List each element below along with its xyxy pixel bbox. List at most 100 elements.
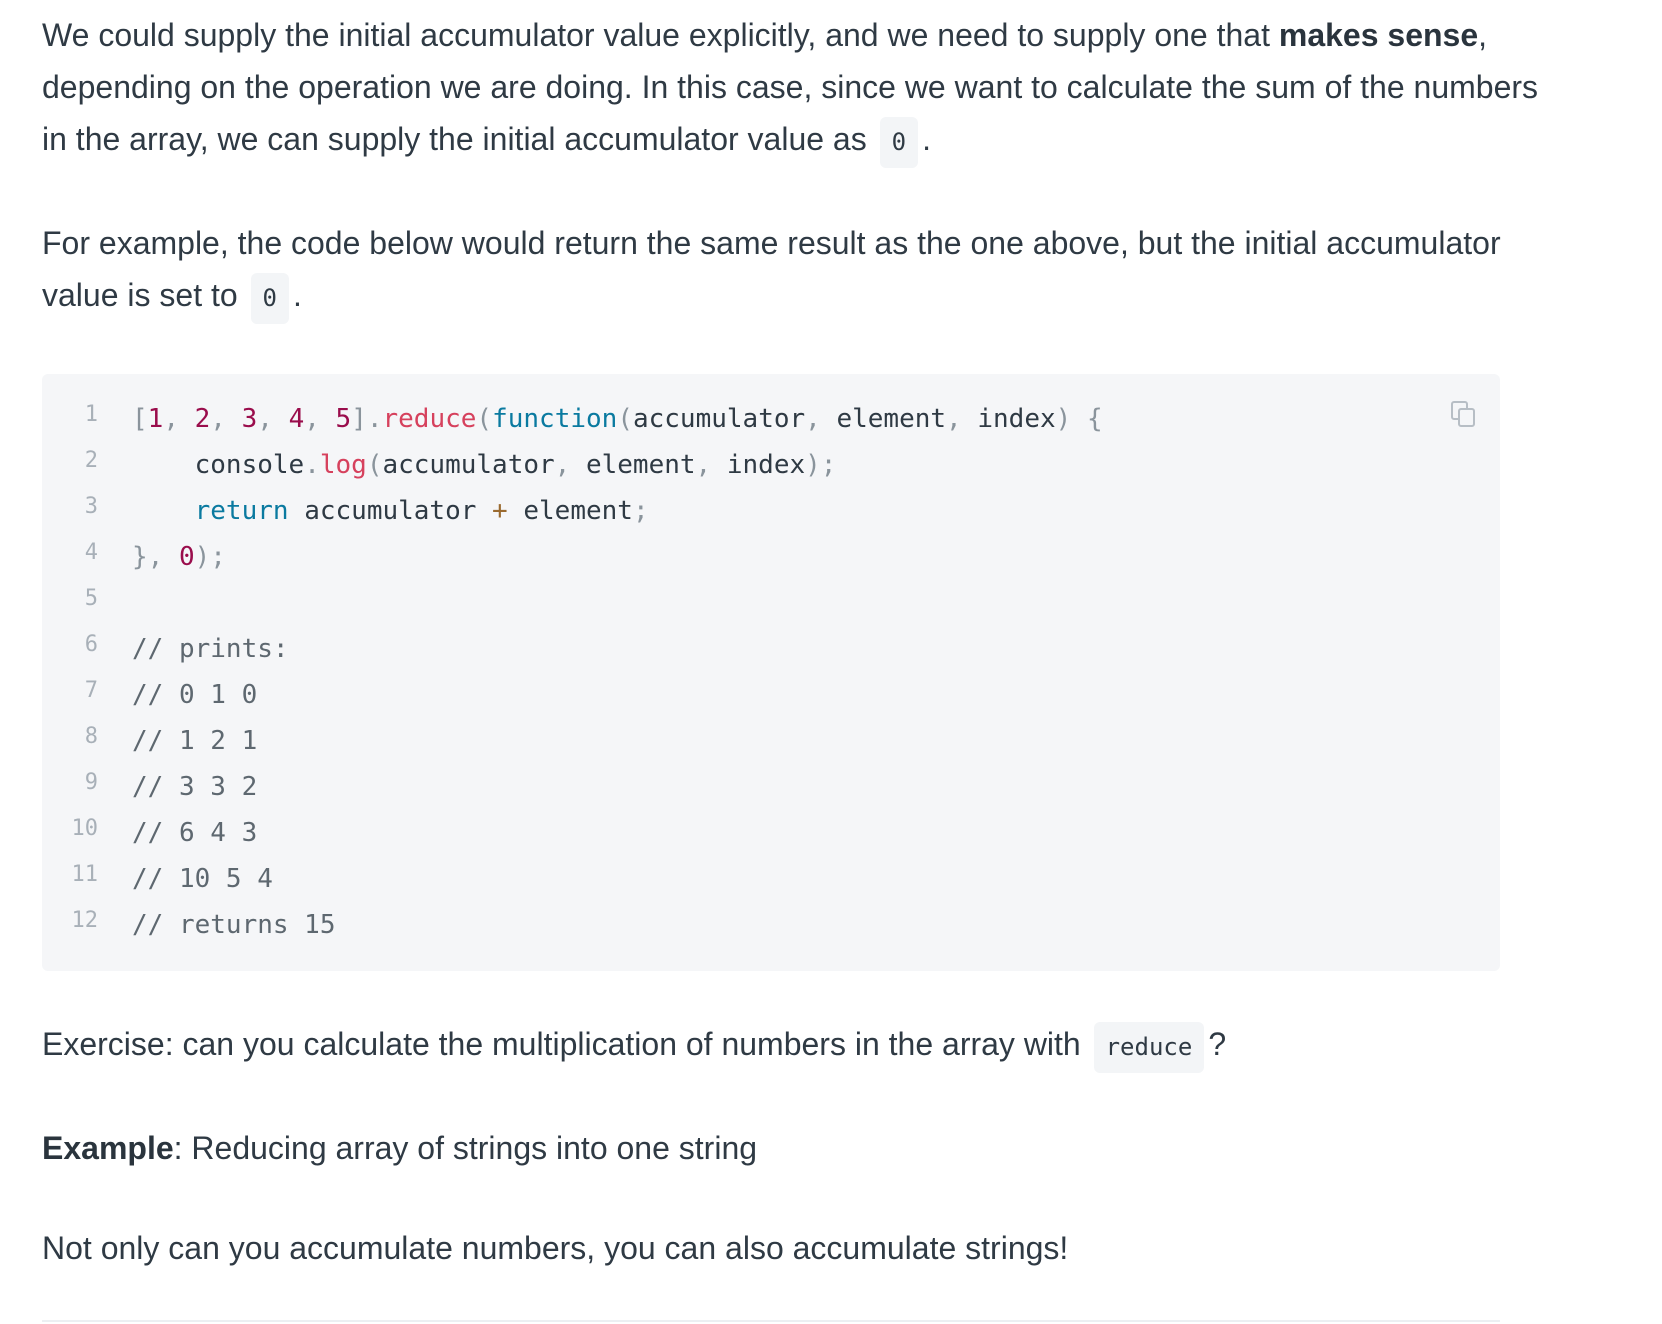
code-line: 7 // 0 1 0 [42, 672, 1500, 718]
code-token: ); [805, 450, 837, 480]
code-line: 12 // returns 15 [42, 902, 1500, 948]
p1-text-c: . [922, 121, 931, 157]
code-token: function [492, 404, 618, 434]
line-number: 10 [71, 816, 99, 841]
p4-text-rest: : Reducing array of strings into one str… [173, 1130, 758, 1166]
code-token: // returns 15 [132, 910, 336, 940]
code-source: // 6 4 3 [132, 810, 257, 856]
code-token: // prints: [132, 634, 289, 664]
code-token: reduce [382, 404, 477, 434]
p3-text-a: Exercise: can you calculate the multipli… [42, 1026, 1081, 1062]
line-number: 4 [84, 540, 98, 565]
code-token: // 10 5 4 [132, 864, 273, 894]
code-line: 8 // 1 2 1 [42, 718, 1500, 764]
code-token: 2 [194, 404, 211, 434]
code-line: 9 // 3 3 2 [42, 764, 1500, 810]
copy-icon [1451, 401, 1475, 427]
code-token: ); [194, 542, 226, 572]
inline-code-reduce: reduce [1093, 1022, 1205, 1073]
code-source: // prints: [132, 626, 289, 672]
code-token: index [977, 404, 1056, 434]
code-source: // 10 5 4 [132, 856, 273, 902]
code-token: , [257, 404, 289, 434]
code-token: ) { [1055, 404, 1103, 434]
p1-bold-makes-sense: makes sense [1278, 17, 1479, 53]
code-token: . [304, 450, 320, 480]
code-source: // 1 2 1 [132, 718, 257, 764]
code-source: // returns 15 [132, 902, 336, 948]
code-token: console [132, 450, 305, 480]
code-token: , [304, 404, 336, 434]
code-token: 3 [241, 404, 258, 434]
code-token: ; [632, 496, 649, 526]
code-line: 10 // 6 4 3 [42, 810, 1500, 856]
code-token: 5 [335, 404, 352, 434]
paragraph-accumulate-strings: Not only can you accumulate numbers, you… [42, 1230, 1069, 1266]
p1-text-a: We could supply the initial accumulator … [42, 17, 1279, 53]
code-token: accumulator [288, 496, 493, 526]
paragraph-initial-accumulator: We could supply the initial accumulator … [42, 9, 1542, 168]
code-token: ]. [351, 404, 383, 434]
inline-code-zero: 0 [879, 117, 919, 168]
code-token: }, [132, 542, 179, 572]
code-source: [1, 2, 3, 4, 5].reduce(function(accumula… [132, 396, 1103, 442]
code-token: , [163, 404, 195, 434]
code-lines: 1 [1, 2, 3, 4, 5].reduce(function(accumul… [42, 396, 1500, 948]
code-token: return [194, 496, 289, 526]
line-number: 5 [84, 586, 98, 611]
paragraph-example-intro: For example, the code below would return… [42, 217, 1542, 324]
code-token: ( [476, 404, 493, 434]
code-token: element [836, 404, 947, 434]
code-token: 0 [178, 542, 195, 572]
code-line: 1 [1, 2, 3, 4, 5].reduce(function(accumul… [42, 396, 1500, 442]
code-token: 4 [288, 404, 305, 434]
code-source: // 3 3 2 [132, 764, 257, 810]
code-token: // 1 2 1 [132, 726, 258, 756]
code-token: element [585, 450, 696, 480]
code-token: // 6 4 3 [132, 818, 258, 848]
line-number: 7 [84, 678, 98, 703]
code-token: // 0 1 0 [132, 680, 258, 710]
line-number: 6 [84, 632, 98, 657]
line-number: 8 [84, 724, 98, 749]
line-number: 3 [84, 494, 98, 519]
code-token: accumulator [632, 404, 806, 434]
code-token: [ [132, 404, 148, 434]
code-source: console.log(accumulator, element, index)… [132, 442, 837, 488]
code-source: // 0 1 0 [132, 672, 257, 718]
paragraph-example-heading: Example: Reducing array of strings into … [42, 1122, 757, 1174]
code-source: return accumulator + element; [132, 488, 649, 534]
p3-text-b: ? [1208, 1026, 1227, 1062]
code-line: 4}, 0); [42, 534, 1500, 580]
code-source: }, 0); [132, 534, 226, 580]
copy-code-button[interactable] [1450, 400, 1478, 430]
code-token: ( [366, 450, 383, 480]
code-line: 5 [42, 580, 1500, 626]
line-number: 1 [84, 402, 98, 427]
line-number: 12 [71, 908, 99, 933]
code-token: , [210, 404, 242, 434]
code-token: // 3 3 2 [132, 772, 258, 802]
p2-text-b: . [293, 277, 302, 313]
paragraph-exercise: Exercise: can you calculate the multipli… [42, 1018, 1226, 1073]
code-token: , [554, 450, 586, 480]
code-token: accumulator [382, 450, 555, 480]
inline-code-zero: 0 [250, 273, 289, 324]
code-token: ( [617, 404, 633, 434]
code-token: log [319, 450, 367, 480]
code-line: 11 // 10 5 4 [42, 856, 1500, 902]
code-token: , [695, 450, 727, 480]
code-line: 2 console.log(accumulator, element, inde… [42, 442, 1500, 488]
code-token: element [507, 496, 633, 526]
line-number: 2 [84, 448, 98, 473]
code-token: + [492, 496, 508, 526]
code-block: 1 [1, 2, 3, 4, 5].reduce(function(accumul… [42, 374, 1500, 971]
code-line: 6 // prints: [42, 626, 1500, 672]
line-number: 9 [84, 770, 98, 795]
line-number: 11 [71, 862, 99, 887]
code-token: , [805, 404, 837, 434]
p4-bold-example: Example [42, 1130, 174, 1166]
code-token: 1 [147, 404, 164, 434]
bottom-divider [42, 1320, 1500, 1322]
